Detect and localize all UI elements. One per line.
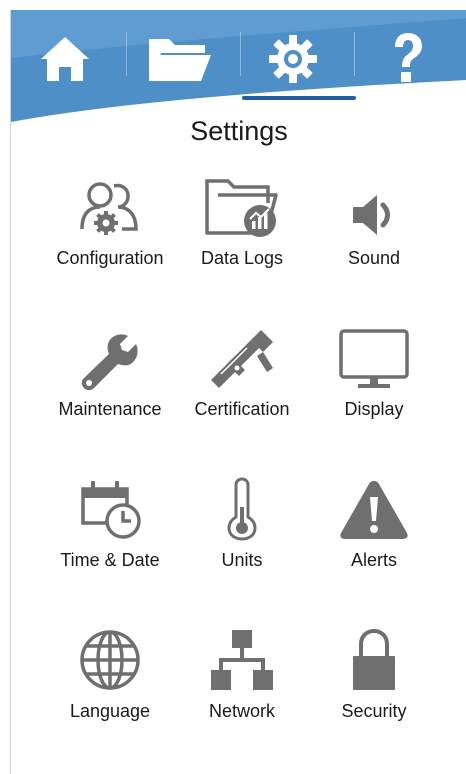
calendar-clock-icon: [81, 481, 141, 539]
monitor-icon: [339, 329, 409, 388]
settings-item-label: Sound: [347, 248, 401, 268]
warning-icon: [340, 481, 408, 539]
settings-item-alerts[interactable]: Alerts: [304, 477, 444, 587]
lock-icon: [353, 628, 395, 690]
settings-item-data-logs[interactable]: Data Logs: [172, 175, 312, 285]
globe-icon: [80, 630, 140, 690]
speaker-icon: [353, 195, 390, 235]
network-icon: [211, 630, 273, 690]
settings-item-configuration[interactable]: Configuration: [40, 175, 180, 285]
settings-item-label: Security: [341, 701, 407, 721]
settings-item-label: Data Logs: [200, 248, 284, 268]
settings-screen: Settings Configuration Data Logs Sound M…: [10, 10, 466, 774]
thermometer-icon: [227, 477, 257, 541]
settings-item-security[interactable]: Security: [304, 628, 444, 738]
settings-item-certification[interactable]: Certification: [172, 326, 312, 436]
settings-item-label: Time & Date: [60, 550, 160, 570]
settings-item-label: Units: [221, 550, 263, 570]
folder-chart-icon: [205, 179, 278, 237]
settings-item-language[interactable]: Language: [40, 628, 180, 738]
settings-item-label: Maintenance: [58, 399, 162, 419]
users-gear-icon: [80, 182, 138, 235]
settings-item-units[interactable]: Units: [172, 477, 312, 587]
settings-item-label: Alerts: [350, 550, 397, 570]
settings-item-time-date[interactable]: Time & Date: [40, 477, 180, 587]
settings-item-display[interactable]: Display: [304, 326, 444, 436]
settings-item-label: Language: [69, 701, 151, 721]
settings-item-label: Network: [208, 701, 275, 721]
settings-item-sound[interactable]: Sound: [304, 175, 444, 285]
caliper-icon: [211, 330, 273, 388]
settings-item-label: Certification: [194, 399, 290, 419]
wrench-icon: [81, 334, 138, 390]
settings-item-label: Configuration: [56, 248, 164, 268]
settings-item-network[interactable]: Network: [172, 628, 312, 738]
settings-grid: Configuration Data Logs Sound Maintenanc…: [11, 10, 466, 774]
settings-item-maintenance[interactable]: Maintenance: [40, 326, 180, 436]
settings-item-label: Display: [344, 399, 404, 419]
